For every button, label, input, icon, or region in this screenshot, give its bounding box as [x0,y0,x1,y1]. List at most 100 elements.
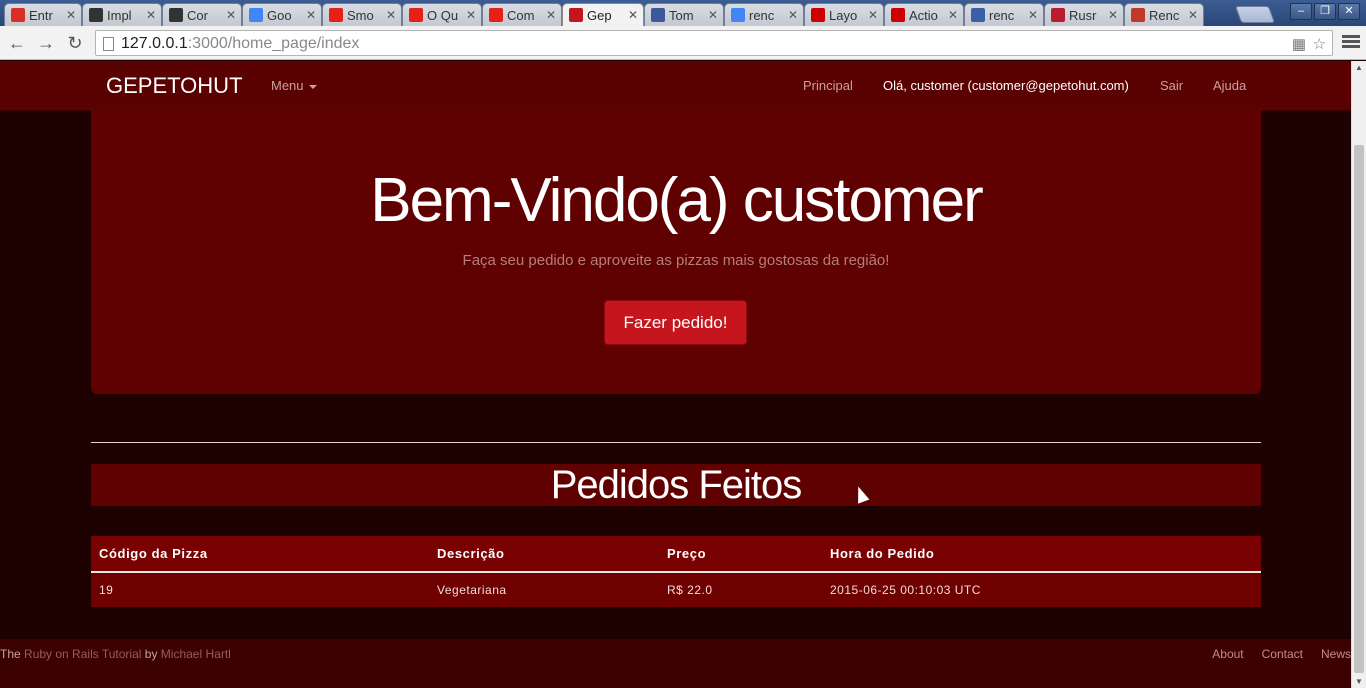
close-tab-icon[interactable]: ✕ [385,8,397,22]
tab-title: Goo [267,7,292,23]
minimize-icon[interactable]: – [1290,3,1312,20]
youtube-icon [409,8,423,22]
tab-title: Renc [1149,7,1180,23]
browser-tab[interactable]: Com ✕ [482,3,562,26]
brand-logo[interactable]: GEPETOHUT [106,73,243,99]
rss-icon [1051,8,1065,22]
scroll-up-icon[interactable]: ▲ [1355,63,1363,72]
nav-link-sair[interactable]: Sair [1160,78,1183,93]
tab-title: Layo [829,7,858,23]
back-icon[interactable]: ← [6,32,28,54]
close-tab-icon[interactable]: ✕ [1107,8,1119,22]
browser-tab[interactable]: Cor ✕ [162,3,242,26]
caret-down-icon [309,84,318,89]
browser-tab[interactable]: Gep ✕ [562,3,644,26]
footer-prefix: The [0,647,21,661]
close-tab-icon[interactable]: ✕ [1027,8,1039,22]
nav-link-principal[interactable]: Principal [803,78,853,93]
browser-tab[interactable]: Entr ✕ [4,3,82,26]
user-greeting[interactable]: Olá, customer (customer@gepetohut.com) [883,78,1129,93]
url-text[interactable]: 127.0.0.1:3000/home_page/index [121,35,359,53]
forward-icon[interactable]: → [35,32,57,54]
close-tab-icon[interactable]: ✕ [1187,8,1199,22]
tab-strip: Entr ✕ Impl ✕ Cor ✕ Goo ✕ Smo ✕ O Qu ✕ Com ✕ Gep ✕ Tom ✕ r… [0,0,1366,26]
rails-icon [891,8,905,22]
tab-title: Gep [587,7,612,23]
restore-icon[interactable]: ❐ [1314,3,1336,20]
nav-link-ajuda[interactable]: Ajuda [1213,78,1246,93]
close-tab-icon[interactable]: ✕ [707,8,719,22]
header-pizza-code: Código da Pizza [99,546,208,561]
tab-title: Entr [29,7,53,23]
google-icon [731,8,745,22]
browser-tab[interactable]: Smo ✕ [322,3,402,26]
tab-title: renc [989,7,1015,23]
close-tab-icon[interactable]: ✕ [225,8,237,22]
rails-tutorial-link[interactable]: Ruby on Rails Tutorial [24,647,141,661]
browser-tab[interactable]: Layo ✕ [804,3,884,26]
header-price: Preço [667,546,707,561]
browser-tab[interactable]: renc ✕ [724,3,804,26]
close-tab-icon[interactable]: ✕ [545,8,557,22]
tab-title: Com [507,7,535,23]
tab-title: Actio [909,7,938,23]
place-order-button[interactable]: Fazer pedido! [604,300,747,345]
close-tab-icon[interactable]: ✕ [465,8,477,22]
youtube-icon [489,8,503,22]
tab-title: renc [749,7,775,23]
github-icon [89,8,103,22]
close-tab-icon[interactable]: ✕ [65,8,77,22]
scroll-down-icon[interactable]: ▼ [1355,677,1363,686]
browser-menu-icon[interactable] [1342,33,1360,53]
browser-tab[interactable]: Tom ✕ [644,3,724,26]
tab-title: Rusr [1069,7,1097,23]
footer-link-about[interactable]: About [1212,647,1243,661]
browser-tab[interactable]: Goo ✕ [242,3,322,26]
pizza-icon [569,8,583,22]
footer-by: by [144,647,158,661]
youtube-icon [329,8,343,22]
browser-tab[interactable]: Actio ✕ [884,3,964,26]
tab-title: O Qu [427,7,459,23]
gmail-icon [11,8,25,22]
tab-title: Cor [187,7,208,23]
menu-dropdown[interactable]: Menu [271,78,318,93]
page-scrollbar[interactable]: ▲ ▼ [1351,61,1366,688]
browser-tab[interactable]: Renc ✕ [1124,3,1204,26]
footer-links: About Contact News [1194,647,1351,661]
address-bar[interactable]: 127.0.0.1:3000/home_page/index ▦ ☆ [95,30,1333,56]
close-tab-icon[interactable]: ✕ [787,8,799,22]
close-tab-icon[interactable]: ✕ [145,8,157,22]
orders-table: Código da Pizza Descrição Preço Hora do … [91,536,1261,607]
close-tab-icon[interactable]: ✕ [305,8,317,22]
footer-link-news[interactable]: News [1321,647,1351,661]
browser-tab[interactable]: Rusr ✕ [1044,3,1124,26]
reload-icon[interactable]: ↻ [64,32,86,54]
translate-icon[interactable]: ▦ [1292,35,1306,53]
scrollbar-thumb[interactable] [1354,145,1364,673]
close-tab-icon[interactable]: ✕ [867,8,879,22]
cell-pizza-code: 19 [99,583,114,597]
browser-tab[interactable]: O Qu ✕ [402,3,482,26]
bookmark-star-icon[interactable]: ☆ [1313,35,1326,53]
close-tab-icon[interactable]: ✕ [947,8,959,22]
browser-tab[interactable]: Impl ✕ [82,3,162,26]
browser-tab[interactable]: renc ✕ [964,3,1044,26]
author-link[interactable]: Michael Hartl [161,647,231,661]
close-window-icon[interactable]: ✕ [1338,3,1360,20]
cell-price: R$ 22.0 [667,583,713,597]
new-tab-button[interactable] [1234,6,1276,23]
footer-credit: The Ruby on Rails Tutorial by Michael Ha… [0,647,231,661]
divider [91,442,1261,443]
window-controls: – ❐ ✕ [1290,3,1360,20]
rails-icon [811,8,825,22]
cell-description: Vegetariana [437,583,507,597]
tab-title: Impl [107,7,132,23]
browser-toolbar: ← → ↻ 127.0.0.1:3000/home_page/index ▦ ☆ [0,26,1366,60]
page-viewport: GEPETOHUT Menu Principal Olá, customer (… [0,61,1351,688]
site-footer: The Ruby on Rails Tutorial by Michael Ha… [0,639,1351,688]
footer-link-contact[interactable]: Contact [1262,647,1303,661]
table-header: Código da Pizza Descrição Preço Hora do … [91,536,1261,573]
header-order-time: Hora do Pedido [830,546,935,561]
close-tab-icon[interactable]: ✕ [627,8,639,22]
